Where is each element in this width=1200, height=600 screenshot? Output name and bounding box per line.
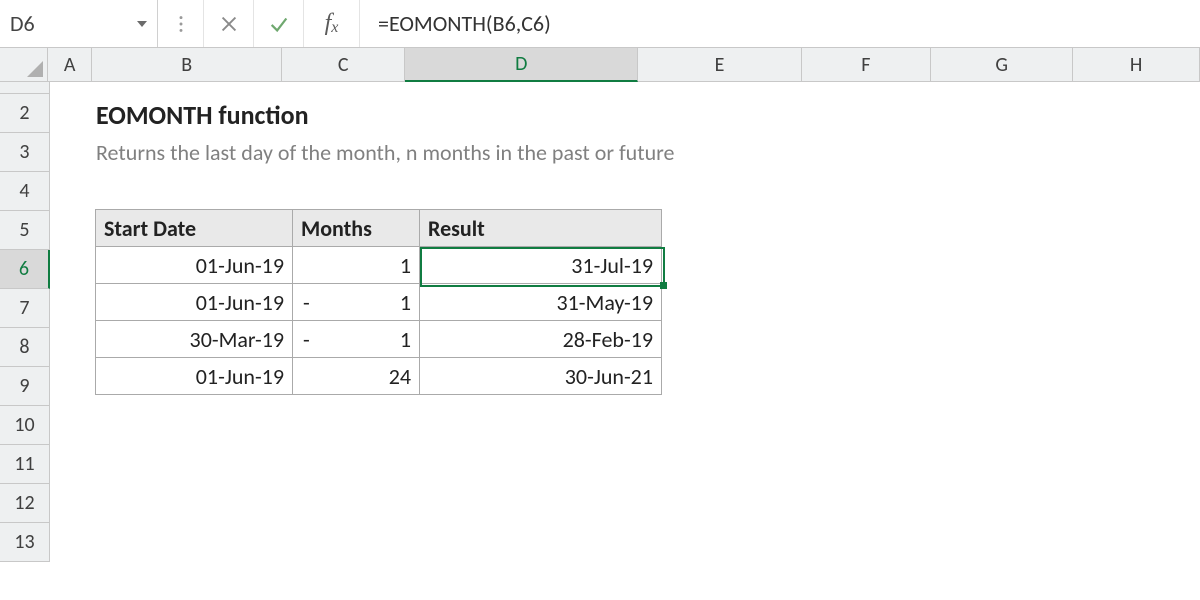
cell-start-date[interactable]: 01-Jun-19 xyxy=(95,357,293,395)
column-header-E[interactable]: E xyxy=(638,48,801,81)
table-row: 01-Jun-19 1 31-Jul-19 xyxy=(96,247,662,284)
row-header-7[interactable]: 7 xyxy=(0,289,49,328)
row-header-9[interactable]: 9 xyxy=(0,367,49,406)
chevron-down-icon[interactable] xyxy=(137,21,147,27)
name-box-value: D6 xyxy=(10,10,35,37)
table-header-row: Start Date Months Result xyxy=(96,210,662,247)
column-header-D[interactable]: D xyxy=(405,48,638,82)
row-header-13[interactable]: 13 xyxy=(0,523,49,562)
col-header-start-date[interactable]: Start Date xyxy=(95,209,293,247)
row-header-2[interactable]: 2 xyxy=(0,94,49,133)
enter-check-icon[interactable] xyxy=(254,0,304,47)
table-row: 30-Mar-19 - 1 28-Feb-19 xyxy=(96,321,662,358)
months-value: 1 xyxy=(400,252,411,279)
row-header-8[interactable]: 8 xyxy=(0,328,49,367)
cell-months[interactable]: - 1 xyxy=(292,283,420,321)
col-header-months[interactable]: Months xyxy=(292,209,420,247)
formula-text: =EOMONTH(B6,C6) xyxy=(378,10,551,37)
row-header-10[interactable]: 10 xyxy=(0,406,49,445)
insert-function-button[interactable]: fx xyxy=(304,0,360,47)
cancel-icon[interactable] xyxy=(204,0,254,47)
row-header-3[interactable]: 3 xyxy=(0,133,49,172)
cell-months[interactable]: - 1 xyxy=(292,320,420,358)
column-header-G[interactable]: G xyxy=(931,48,1073,81)
cell-result[interactable]: 31-May-19 xyxy=(419,283,662,321)
column-header-B[interactable]: B xyxy=(92,48,282,81)
row-header-12[interactable]: 12 xyxy=(0,484,49,523)
row-header-4[interactable]: 4 xyxy=(0,172,49,211)
col-header-result[interactable]: Result xyxy=(419,209,662,247)
row-header-1-partial[interactable] xyxy=(0,82,49,94)
column-header-F[interactable]: F xyxy=(802,48,932,81)
column-header-A[interactable]: A xyxy=(48,48,92,81)
cell-result[interactable]: 31-Jul-19 xyxy=(419,246,662,284)
cell-start-date[interactable]: 30-Mar-19 xyxy=(95,320,293,358)
name-box[interactable]: D6 xyxy=(0,0,158,47)
row-header-11[interactable]: 11 xyxy=(0,445,49,484)
cell-start-date[interactable]: 01-Jun-19 xyxy=(95,283,293,321)
column-header-row: ABCDEFGH xyxy=(0,48,1200,82)
data-table: Start Date Months Result 01-Jun-19 1 31-… xyxy=(96,210,662,395)
page-subtitle: Returns the last day of the month, n mon… xyxy=(96,139,675,166)
months-sign: - xyxy=(301,289,310,316)
worksheet: ABCDEFGH 2345678910111213 EOMONTH functi… xyxy=(0,48,1200,562)
table-row: 01-Jun-19 - 1 31-May-19 xyxy=(96,284,662,321)
column-header-H[interactable]: H xyxy=(1073,48,1200,81)
cell-months[interactable]: 1 xyxy=(292,246,420,284)
cell-result[interactable]: 30-Jun-21 xyxy=(419,357,662,395)
row-header-strip: 2345678910111213 xyxy=(0,82,50,562)
formula-input[interactable]: =EOMONTH(B6,C6) xyxy=(360,0,1200,47)
formula-bar: D6 fx =EOMONTH(B6,C6) xyxy=(0,0,1200,48)
row-header-6[interactable]: 6 xyxy=(0,250,50,289)
cell-result[interactable]: 28-Feb-19 xyxy=(419,320,662,358)
cell-start-date[interactable]: 01-Jun-19 xyxy=(95,246,293,284)
months-sign: - xyxy=(301,326,310,353)
cells-area[interactable]: EOMONTH function Returns the last day of… xyxy=(50,82,1200,562)
cell-months[interactable]: 24 xyxy=(292,357,420,395)
row-header-5[interactable]: 5 xyxy=(0,211,49,250)
months-value: 1 xyxy=(400,326,411,353)
formula-bar-more-icon[interactable] xyxy=(158,0,204,47)
fx-x: x xyxy=(331,19,338,37)
months-value: 1 xyxy=(400,289,411,316)
select-all-triangle[interactable] xyxy=(0,48,48,81)
column-header-C[interactable]: C xyxy=(282,48,405,81)
table-row: 01-Jun-19 24 30-Jun-21 xyxy=(96,358,662,395)
months-value: 24 xyxy=(389,363,411,390)
page-title: EOMONTH function xyxy=(96,99,309,131)
